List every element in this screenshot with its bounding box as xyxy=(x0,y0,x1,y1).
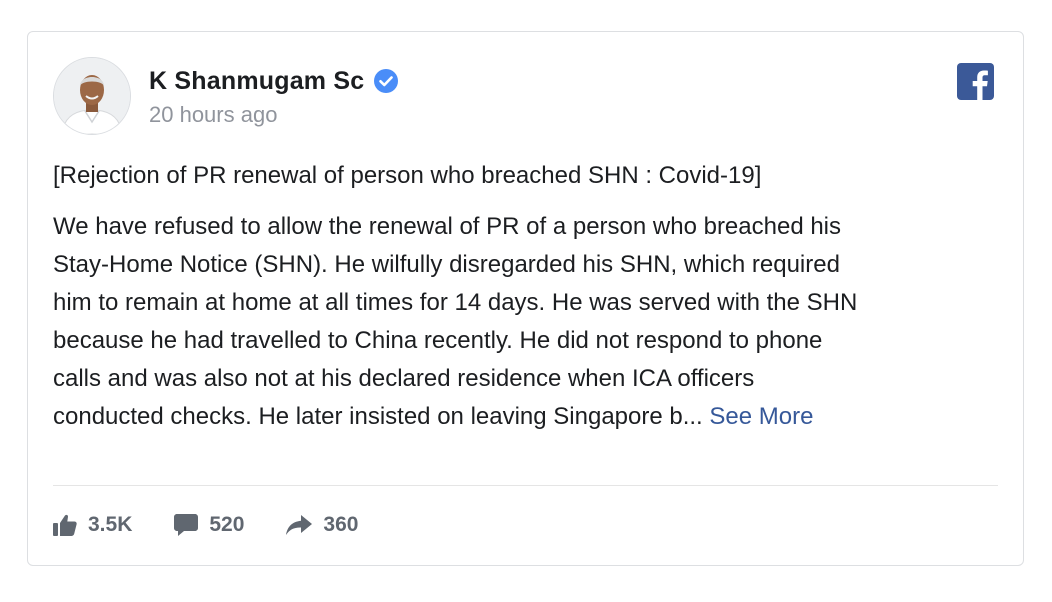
share-stat[interactable]: 360 xyxy=(286,513,358,537)
post-timestamp[interactable]: 20 hours ago xyxy=(149,102,277,128)
post-body-line: Stay-Home Notice (SHN). He wilfully disr… xyxy=(53,251,840,278)
author-row: K Shanmugam Sc xyxy=(149,65,399,97)
divider xyxy=(53,485,998,486)
thumbs-up-icon xyxy=(53,514,77,536)
like-count: 3.5K xyxy=(88,513,133,536)
post-title: [Rejection of PR renewal of person who b… xyxy=(53,162,762,189)
facebook-logo-icon[interactable] xyxy=(957,63,994,100)
facebook-post-embed: K Shanmugam Sc 20 hours ago [Rejection o… xyxy=(27,31,1024,566)
share-count: 360 xyxy=(323,513,359,536)
post-body-last-line: conducted checks. He later insisted on l… xyxy=(53,398,1003,436)
verified-badge-icon xyxy=(374,69,399,93)
like-stat[interactable]: 3.5K xyxy=(53,513,132,537)
post-body-line: calls and was also not at his declared r… xyxy=(53,365,755,392)
comment-count: 520 xyxy=(209,513,245,536)
avatar-portrait-icon xyxy=(54,58,130,134)
post-body-line: because he had travelled to China recent… xyxy=(53,327,823,354)
see-more-link[interactable]: See More xyxy=(709,403,813,430)
comment-bubble-icon xyxy=(174,514,199,536)
post-body-line: conducted checks. He later insisted on l… xyxy=(53,403,703,430)
post-body-line: We have refused to allow the renewal of … xyxy=(53,213,842,240)
author-name[interactable]: K Shanmugam Sc xyxy=(149,67,364,96)
comment-stat[interactable]: 520 xyxy=(174,513,244,537)
engagement-stats: 3.5K 520 360 xyxy=(53,508,400,542)
post-body-line: him to remain at home at all times for 1… xyxy=(53,289,858,316)
share-arrow-icon xyxy=(286,515,313,535)
post-body: We have refused to allow the renewal of … xyxy=(53,208,1003,436)
avatar[interactable] xyxy=(53,57,131,135)
